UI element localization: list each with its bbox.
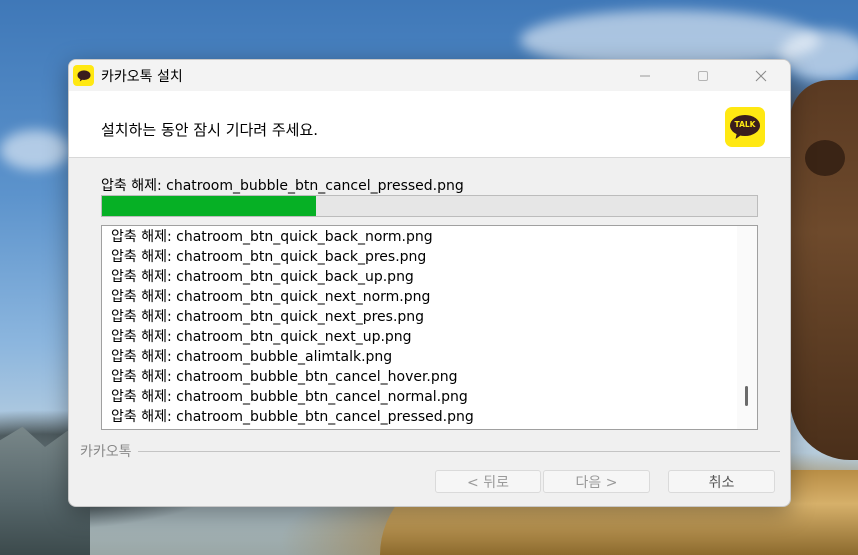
bear-snout (805, 140, 845, 176)
current-file-label: 압축 해제: chatroom_bubble_btn_cancel_presse… (101, 178, 464, 194)
bear (790, 80, 858, 460)
log-item: 압축 해제: chatroom_btn_quick_back_pres.png (111, 249, 427, 265)
log-item: 압축 해제: chatroom_bubble_alimtalk.png (111, 349, 393, 365)
kakaotalk-logo: TALK (725, 107, 765, 147)
log-item: 압축 해제: chatroom_bubble_btn_cancel_hover.… (111, 369, 458, 385)
header-text: 설치하는 동안 잠시 기다려 주세요. (101, 121, 319, 139)
maximize-icon (698, 70, 708, 81)
log-item: 압축 해제: chatroom_btn_quick_back_norm.png (111, 229, 433, 245)
header-panel: 설치하는 동안 잠시 기다려 주세요. TALK (69, 91, 790, 158)
log-list: 압축 해제: chatroom_btn_quick_back_norm.png 압… (102, 226, 757, 427)
cloud (0, 130, 70, 170)
cancel-button[interactable]: 취소 (668, 470, 775, 493)
installer-window: 카카오톡 설치 설치하는 동안 잠시 기다려 주세요. TALK 압축 해제: … (68, 59, 791, 507)
close-icon (755, 70, 767, 81)
extraction-log[interactable]: 압축 해제: chatroom_btn_quick_back_norm.png 압… (101, 225, 758, 430)
log-item: 압축 해제: chatroom_btn_quick_next_norm.png (111, 289, 431, 305)
cloud (780, 30, 858, 80)
scrollbar-thumb[interactable] (745, 386, 748, 406)
title-bar[interactable]: 카카오톡 설치 (69, 60, 790, 91)
log-item: 압축 해제: chatroom_btn_quick_back_up.png (111, 269, 414, 285)
close-button[interactable] (732, 60, 790, 91)
brand-separator: 카카오톡 (80, 441, 780, 461)
maximize-button[interactable] (674, 60, 732, 91)
window-controls (616, 60, 790, 91)
log-item: 압축 해제: chatroom_bubble_btn_cancel_presse… (111, 409, 474, 425)
back-button[interactable]: < 뒤로 (435, 470, 541, 493)
log-scrollbar[interactable] (737, 226, 757, 429)
minimize-button[interactable] (616, 60, 674, 91)
next-button[interactable]: 다음 > (543, 470, 650, 493)
separator-line (137, 450, 780, 452)
log-item: 압축 해제: chatroom_bubble_btn_cancel_normal… (111, 389, 468, 405)
brand-label: 카카오톡 (80, 444, 132, 460)
log-item: 압축 해제: chatroom_btn_quick_next_pres.png (111, 309, 425, 325)
window-title: 카카오톡 설치 (101, 68, 183, 85)
logo-text: TALK (734, 120, 756, 129)
progress-bar (101, 195, 758, 217)
minimize-icon (640, 75, 650, 76)
log-item: 압축 해제: chatroom_btn_quick_next_up.png (111, 329, 412, 345)
kakaotalk-icon (73, 65, 94, 86)
progress-bar-fill (102, 196, 316, 216)
